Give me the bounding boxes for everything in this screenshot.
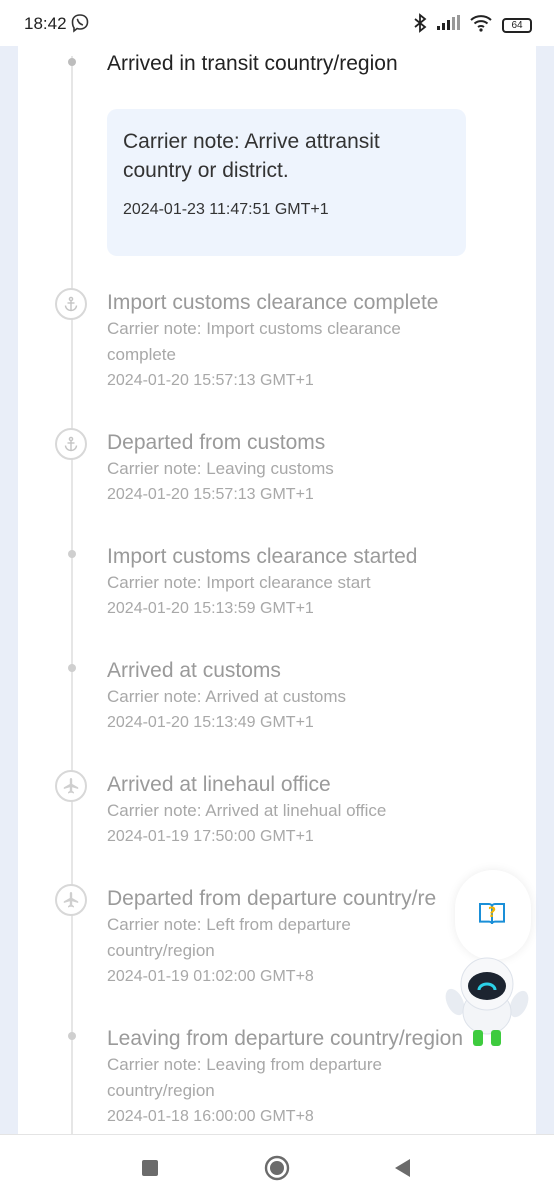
airplane-icon xyxy=(55,770,87,802)
help-widget[interactable]: ? xyxy=(445,870,531,1050)
viber-icon xyxy=(70,13,90,38)
timeline-dot xyxy=(68,58,76,66)
svg-text:?: ? xyxy=(488,905,496,921)
current-event-title: Arrived in transit country/region xyxy=(107,52,398,75)
timeline-dot xyxy=(68,1032,76,1040)
anchor-icon xyxy=(55,288,87,320)
current-event-note-line: country or district. xyxy=(123,159,289,182)
event-time: 2024-01-20 15:57:13 GMT+1 xyxy=(107,486,314,503)
question-book-icon[interactable]: ? xyxy=(477,900,507,933)
current-event-time: 2024-01-23 11:47:51 GMT+1 xyxy=(123,201,329,218)
signal-icon xyxy=(436,15,460,36)
timeline-dot xyxy=(68,550,76,558)
timeline-event: Import customs clearance started Carrier… xyxy=(107,544,547,622)
battery-indicator: 64 xyxy=(502,18,532,33)
event-note-line: Carrier note: Leaving customs xyxy=(107,459,334,478)
status-time: 18:42 xyxy=(24,14,67,33)
event-note-line: Carrier note: Arrived at customs xyxy=(107,687,347,706)
event-note-line: Carrier note: Arrived at linehual office xyxy=(107,801,387,820)
event-title: Departed from customs xyxy=(107,431,326,454)
anchor-icon xyxy=(55,428,87,460)
timeline-event: Import customs clearance complete Carrie… xyxy=(107,290,547,394)
event-time: 2024-01-20 15:13:59 GMT+1 xyxy=(107,600,314,617)
event-title: Arrived at linehaul office xyxy=(107,773,331,796)
event-title: Import customs clearance started xyxy=(107,545,418,568)
timeline-event: Departed from customs Carrier note: Leav… xyxy=(107,430,547,508)
recent-apps-button[interactable] xyxy=(141,1159,159,1182)
event-note-line: complete xyxy=(107,345,176,364)
home-button[interactable] xyxy=(264,1155,290,1186)
event-time: 2024-01-20 15:13:49 GMT+1 xyxy=(107,714,314,731)
timeline-event: Arrived at linehaul office Carrier note:… xyxy=(107,772,547,850)
timeline-event: Arrived at customs Carrier note: Arrived… xyxy=(107,658,547,736)
event-time: 2024-01-20 15:57:13 GMT+1 xyxy=(107,372,314,389)
bluetooth-icon xyxy=(413,13,427,38)
current-event-details: Carrier note: Arrive attransit country o… xyxy=(107,109,466,256)
event-note-line: country/region xyxy=(107,1081,215,1100)
event-title: Arrived at customs xyxy=(107,659,281,682)
airplane-icon xyxy=(55,884,87,916)
event-note-line: Carrier note: Import clearance start xyxy=(107,573,371,592)
back-button[interactable] xyxy=(392,1157,412,1184)
event-note-line: Carrier note: Import customs clearance xyxy=(107,319,401,338)
system-nav-bar xyxy=(0,1134,554,1201)
event-time: 2024-01-18 16:00:00 GMT+8 xyxy=(107,1108,314,1125)
wifi-icon xyxy=(469,14,493,37)
event-title: Import customs clearance complete xyxy=(107,291,439,314)
event-note-line: Carrier note: Leaving from departure xyxy=(107,1055,382,1074)
timeline-dot xyxy=(68,664,76,672)
event-time: 2024-01-19 17:50:00 GMT+1 xyxy=(107,828,314,845)
robot-mascot-icon[interactable] xyxy=(443,952,531,1053)
timeline-line xyxy=(71,56,73,1134)
current-event-note-line: Carrier note: Arrive attransit xyxy=(123,130,380,153)
